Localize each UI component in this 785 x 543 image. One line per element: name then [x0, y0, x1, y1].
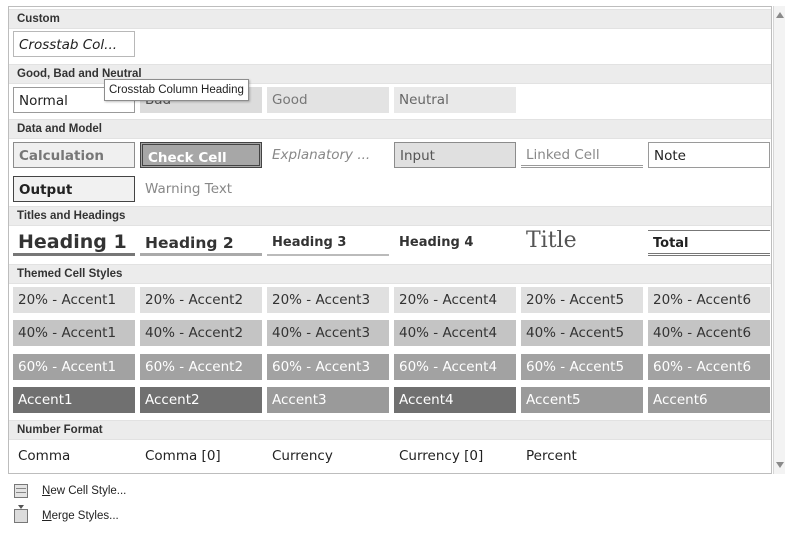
merge-styles-label-text: erge Styles... [51, 510, 119, 522]
cell-style-total[interactable]: Total [648, 230, 770, 256]
cell-style-input[interactable]: Input [394, 142, 516, 168]
new-cell-style-label-text: ew Cell Style... [50, 485, 127, 497]
cell-style-crosstab-column-heading[interactable]: Crosstab Col... [13, 31, 135, 57]
cell-style-accent5[interactable]: Accent5 [521, 387, 643, 413]
cell-style-accent4[interactable]: Accent4 [394, 387, 516, 413]
cell-style-60-accent4[interactable]: 60% - Accent4 [394, 354, 516, 380]
new-cell-style-icon [14, 484, 28, 498]
cell-style-heading-2[interactable]: Heading 2 [140, 230, 262, 256]
scroll-up-icon[interactable] [776, 12, 784, 18]
cell-style-20-accent2[interactable]: 20% - Accent2 [140, 287, 262, 313]
cell-style-currency[interactable]: Currency [267, 443, 389, 469]
cell-style-60-accent1[interactable]: 60% - Accent1 [13, 354, 135, 380]
cell-style-accent1[interactable]: Accent1 [13, 387, 135, 413]
cell-style-20-accent4[interactable]: 20% - Accent4 [394, 287, 516, 313]
cell-style-output[interactable]: Output [13, 176, 135, 202]
cell-style-40-accent6[interactable]: 40% - Accent6 [648, 320, 770, 346]
merge-styles-icon [14, 505, 28, 523]
cell-style-heading-3[interactable]: Heading 3 [267, 230, 389, 256]
cell-style-20-accent6[interactable]: 20% - Accent6 [648, 287, 770, 313]
section-header-themed: Themed Cell Styles [9, 264, 771, 284]
gallery-commands: New Cell Style... Merge Styles... [8, 475, 784, 537]
cell-style-60-accent3[interactable]: 60% - Accent3 [267, 354, 389, 380]
section-header-number-format: Number Format [9, 420, 771, 440]
cell-style-20-accent5[interactable]: 20% - Accent5 [521, 287, 643, 313]
cell-style-comma[interactable]: Comma [13, 443, 135, 469]
cell-style-good[interactable]: Good [267, 87, 389, 113]
cell-style-40-accent1[interactable]: 40% - Accent1 [13, 320, 135, 346]
cell-style-60-accent5[interactable]: 60% - Accent5 [521, 354, 643, 380]
cell-style-comma-0[interactable]: Comma [0] [140, 443, 262, 469]
merge-styles-command[interactable]: Merge Styles... [8, 504, 308, 528]
cell-style-neutral[interactable]: Neutral [394, 87, 516, 113]
cell-style-heading-1[interactable]: Heading 1 [13, 230, 135, 256]
cell-style-accent6[interactable]: Accent6 [648, 387, 770, 413]
cell-style-warning-text[interactable]: Warning Text [140, 176, 262, 202]
cell-style-percent[interactable]: Percent [521, 443, 643, 469]
cell-style-explanatory[interactable]: Explanatory ... [267, 142, 389, 168]
scroll-down-icon[interactable] [776, 462, 784, 468]
cell-style-accent3[interactable]: Accent3 [267, 387, 389, 413]
cell-style-60-accent6[interactable]: 60% - Accent6 [648, 354, 770, 380]
cell-style-heading-4[interactable]: Heading 4 [394, 230, 516, 256]
cell-style-note[interactable]: Note [648, 142, 770, 168]
section-header-titles-headings: Titles and Headings [9, 206, 771, 226]
cell-style-linked-cell[interactable]: Linked Cell [521, 142, 643, 168]
cell-style-accent2[interactable]: Accent2 [140, 387, 262, 413]
cell-style-currency-0[interactable]: Currency [0] [394, 443, 516, 469]
gallery-scrollbar[interactable] [773, 6, 785, 474]
cell-style-check-cell[interactable]: Check Cell [140, 142, 262, 168]
cell-style-title[interactable]: Title [521, 230, 643, 256]
cell-style-60-accent2[interactable]: 60% - Accent2 [140, 354, 262, 380]
new-cell-style-label: New Cell Style... [42, 485, 126, 497]
merge-styles-label: Merge Styles... [42, 510, 119, 522]
cell-styles-gallery: Custom Crosstab Col... Good, Bad and Neutr… [8, 6, 772, 474]
merge-styles-mnemonic: M [42, 510, 52, 522]
cell-style-20-accent1[interactable]: 20% - Accent1 [13, 287, 135, 313]
cell-style-40-accent2[interactable]: 40% - Accent2 [140, 320, 262, 346]
section-header-data-model: Data and Model [9, 119, 771, 139]
style-tooltip: Crosstab Column Heading [104, 79, 249, 101]
cell-style-calculation[interactable]: Calculation [13, 142, 135, 168]
cell-style-40-accent4[interactable]: 40% - Accent4 [394, 320, 516, 346]
cell-style-40-accent3[interactable]: 40% - Accent3 [267, 320, 389, 346]
new-cell-style-command[interactable]: New Cell Style... [8, 479, 308, 503]
section-header-custom: Custom [9, 9, 771, 29]
cell-style-40-accent5[interactable]: 40% - Accent5 [521, 320, 643, 346]
cell-style-20-accent3[interactable]: 20% - Accent3 [267, 287, 389, 313]
